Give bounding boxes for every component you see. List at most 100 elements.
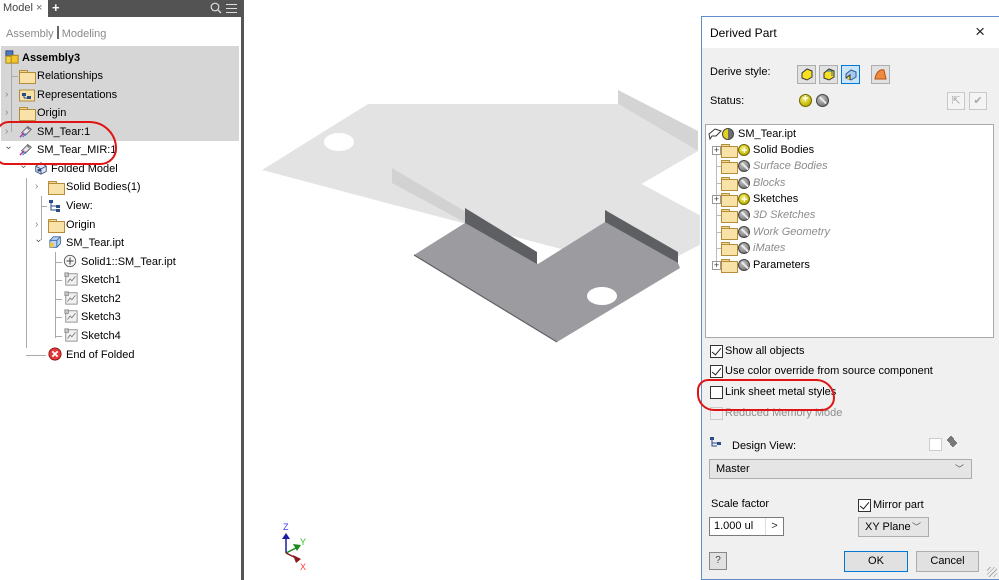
tree-node-sketch2[interactable]: Sketch2 [0, 290, 240, 308]
expand-icon[interactable]: + [712, 261, 721, 270]
expand-icon[interactable]: + [712, 195, 721, 204]
folder-icon [721, 259, 738, 273]
tree-label: Sketch1 [81, 274, 121, 286]
tree-node-sketch4[interactable]: Sketch4 [0, 327, 240, 345]
tree-label: Relationships [37, 70, 104, 82]
dtree-label: SM_Tear.ipt [738, 128, 797, 140]
tree-node-relationships[interactable]: Relationships [0, 67, 240, 85]
derive-single-solid-button[interactable] [797, 65, 816, 84]
status-exclude-button[interactable] [814, 92, 831, 109]
link-sheet-metal-styles-checkbox[interactable] [710, 386, 723, 399]
chevron-down-icon[interactable]: › [0, 146, 17, 154]
help-icon: ? [715, 555, 721, 566]
exclude-icon[interactable] [738, 177, 750, 189]
chevron-right-icon[interactable]: › [5, 104, 13, 122]
dialog-title-bar[interactable]: Derived Part × [702, 17, 999, 48]
tree-node-sketch1[interactable]: Sketch1 [0, 271, 240, 289]
include-icon[interactable] [738, 192, 750, 208]
tree-node-representations[interactable]: › Representations [0, 86, 240, 104]
exclude-icon[interactable] [738, 209, 750, 221]
show-all-objects-checkbox[interactable] [710, 345, 723, 358]
assembly-icon [5, 50, 19, 64]
dtree-label: Sketches [753, 193, 799, 205]
design-view-dropdown[interactable]: Master ﹀ [709, 459, 972, 479]
scale-factor-input[interactable]: 1.000 ul > [709, 517, 784, 536]
dtree-label: Parameters [753, 259, 810, 271]
tree-label: End of Folded [66, 349, 135, 361]
derived-component-tree[interactable]: SM_Tear.ipt + Solid Bodies Surface Bodie… [705, 124, 994, 338]
tree-node-folded-model[interactable]: › Folded Model [0, 160, 240, 178]
add-tab-button[interactable]: + [52, 0, 60, 16]
tree-node-sm-tear[interactable]: › SM_Tear:1 [0, 123, 240, 141]
resize-grip[interactable] [987, 567, 997, 577]
inventor-window: Model × + Assembly Modeling Assembly3 Rel… [0, 0, 999, 580]
tree-label: SM_Tear_MIR:1 [37, 144, 117, 156]
cancel-button[interactable]: Cancel [916, 551, 979, 572]
tree-node-sm-tear-ipt[interactable]: › SM_Tear.ipt [0, 234, 240, 252]
hole-icon [587, 287, 617, 305]
exclude-icon [816, 94, 829, 107]
chevron-down-icon[interactable]: › [29, 239, 47, 247]
tab-model[interactable]: Model × [0, 0, 48, 17]
mirror-plane-dropdown[interactable]: XY Plane ﹀ [858, 517, 929, 537]
tree-node-view[interactable]: View: [0, 197, 240, 215]
reduced-memory-mode-checkbox[interactable] [710, 407, 723, 420]
folder-icon [721, 177, 738, 191]
search-icon[interactable] [210, 2, 222, 14]
close-icon[interactable]: × [975, 23, 985, 40]
status-include-button[interactable] [797, 92, 814, 109]
tree-label: Assembly3 [22, 52, 81, 64]
tab-model-label: Model [3, 2, 33, 14]
exclude-icon[interactable] [738, 226, 750, 238]
help-button[interactable]: ? [709, 552, 727, 570]
chevron-down-icon[interactable]: › [14, 165, 32, 173]
chevron-right-icon[interactable]: › [5, 86, 13, 104]
tree-node-end-of-folded[interactable]: End of Folded [0, 346, 240, 364]
mode-assembly[interactable]: Assembly [6, 28, 54, 40]
ok-button[interactable]: OK [844, 551, 908, 572]
chevron-right-icon[interactable]: › [5, 123, 13, 141]
tree-label: Origin [37, 107, 67, 119]
tree-node-origin[interactable]: › Origin [0, 104, 240, 122]
derive-single-solid-seams-button[interactable] [819, 65, 838, 84]
use-color-override-checkbox[interactable] [710, 365, 723, 378]
derive-multiple-bodies-button[interactable] [841, 65, 860, 84]
tab-close-icon[interactable]: × [36, 0, 42, 17]
scale-factor-arrow-button[interactable]: > [765, 518, 783, 535]
folder-icon [721, 160, 738, 174]
exclude-icon[interactable] [738, 160, 750, 172]
expand-icon[interactable]: + [712, 146, 721, 155]
exclude-icon[interactable] [738, 259, 750, 271]
chevron-right-icon[interactable]: › [35, 178, 43, 196]
chevron-right-icon[interactable]: › [35, 216, 43, 234]
tree-node-solid-bodies[interactable]: › Solid Bodies(1) [0, 178, 240, 196]
dtree-label: Work Geometry [753, 226, 831, 238]
tree-label: View: [66, 200, 93, 212]
dtree-label: Solid Bodies [753, 144, 815, 156]
derive-style-label: Derive style: [710, 66, 771, 78]
tree-node-sm-tear-mir[interactable]: › SM_Tear_MIR:1 [0, 141, 240, 159]
mode-modeling[interactable]: Modeling [62, 28, 107, 40]
multiple-bodies-icon [845, 69, 857, 81]
scale-factor-value: 1.000 ul [714, 520, 754, 532]
select-from-base-button[interactable]: ⇱ [947, 92, 965, 110]
tree-node-sketch3[interactable]: Sketch3 [0, 308, 240, 326]
tree-node-solid1[interactable]: Solid1::SM_Tear.ipt [0, 253, 240, 271]
dtree-label: iMates [753, 242, 786, 254]
apply-check-button[interactable]: ✔ [969, 92, 987, 110]
exclude-icon[interactable] [738, 242, 750, 254]
tree-node-origin-2[interactable]: › Origin [0, 216, 240, 234]
reduced-memory-mode-label: Reduced Memory Mode [725, 407, 843, 419]
design-view-associative-checkbox[interactable] [929, 438, 942, 451]
derive-surface-button[interactable] [871, 65, 890, 84]
tree-node-assembly[interactable]: Assembly3 [0, 49, 240, 67]
chevron-down-icon: ﹀ [911, 522, 921, 532]
design-view-icon [710, 437, 721, 447]
axis-triad[interactable]: Z Y X [256, 515, 316, 575]
axis-z-label: Z [283, 522, 289, 532]
include-icon[interactable] [738, 143, 750, 159]
mirror-part-checkbox[interactable] [858, 499, 871, 512]
graphics-viewport[interactable]: Z Y X [244, 0, 700, 580]
menu-icon[interactable] [226, 4, 237, 13]
end-of-part-icon [48, 347, 62, 361]
